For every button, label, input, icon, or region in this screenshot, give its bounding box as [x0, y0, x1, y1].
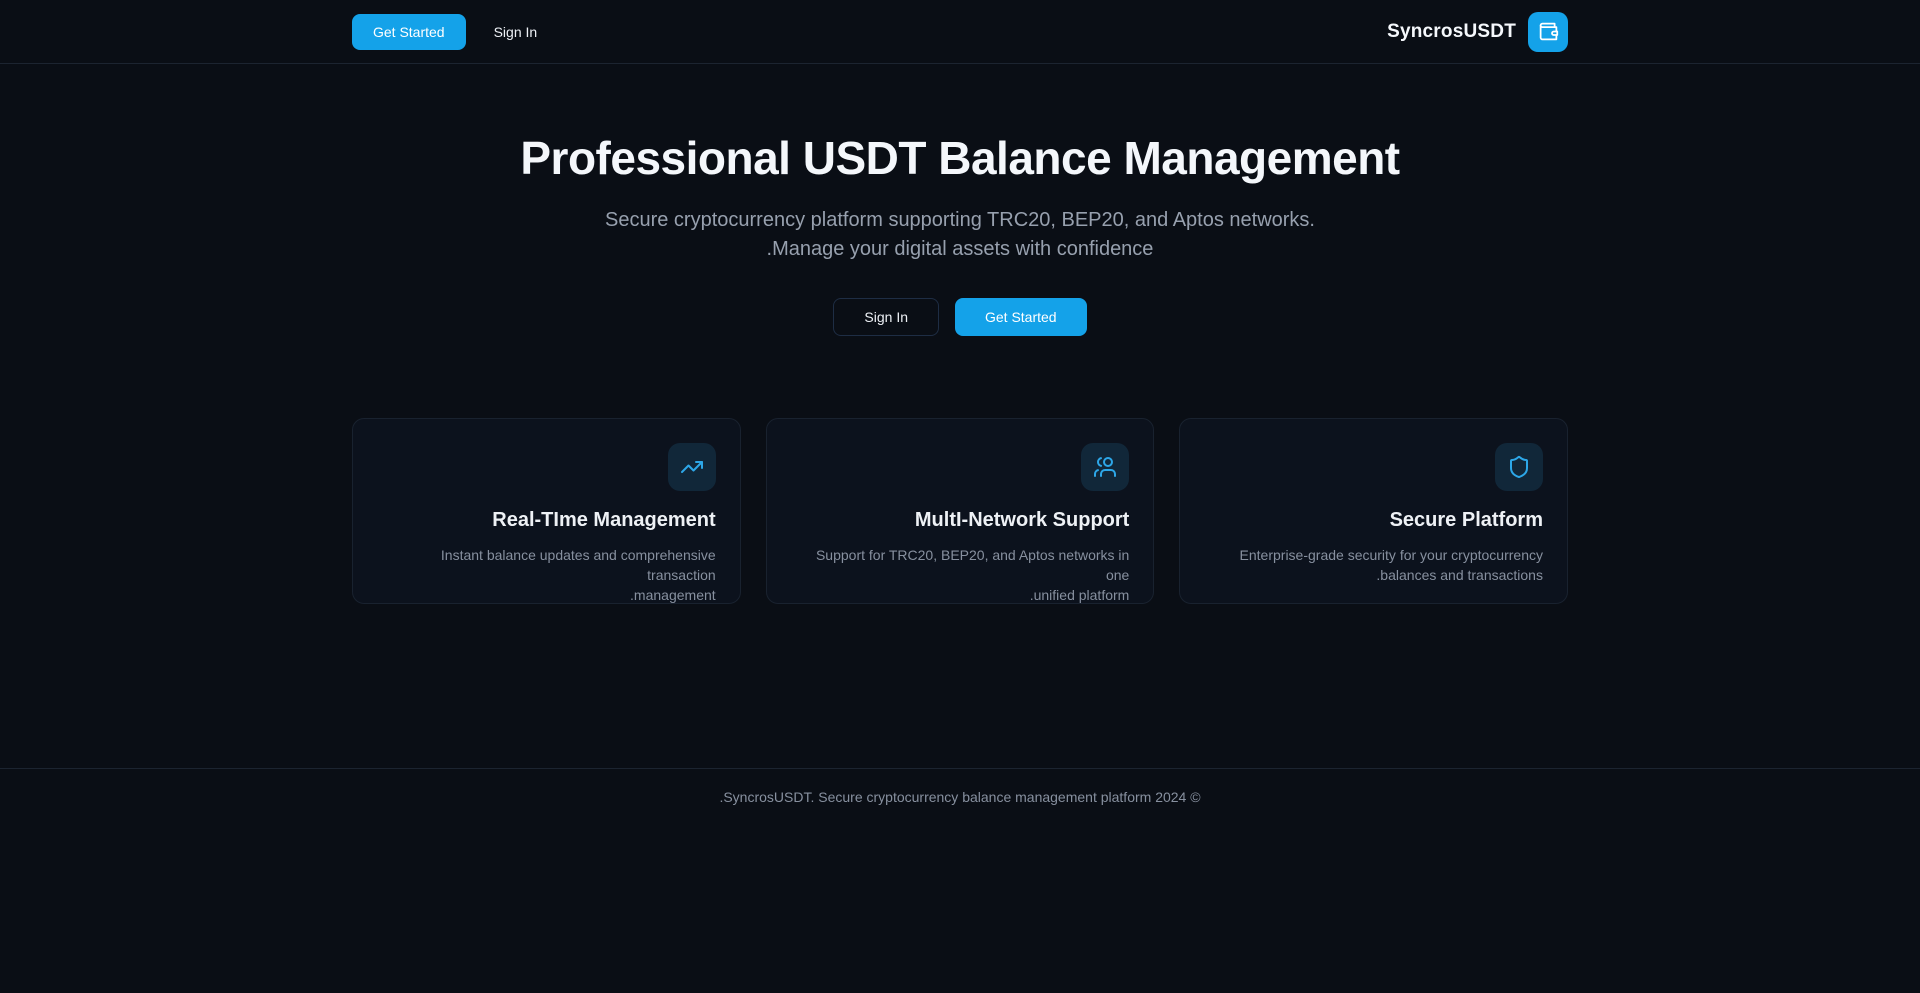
feature-description: Support for TRC20, BEP20, and Aptos netw… [791, 545, 1130, 605]
hero-section: Professional USDT Balance Management Sec… [352, 64, 1568, 336]
users-icon [1093, 455, 1117, 479]
wallet-icon [1538, 21, 1559, 42]
hero-actions: Sign In Get Started [352, 298, 1568, 336]
features-section: Real-TIme Management Instant balance upd… [352, 418, 1568, 604]
feature-description-line-2: .management [377, 585, 716, 605]
page-title: Professional USDT Balance Management [352, 130, 1568, 186]
brand-name: SyncrosUSDT [1387, 21, 1516, 43]
feature-icon-tile [1495, 443, 1543, 491]
footer: .SyncrosUSDT. Secure cryptocurrency bala… [0, 768, 1920, 925]
hero-subtitle: Secure cryptocurrency platform supportin… [352, 206, 1568, 264]
header-sign-in-link[interactable]: Sign In [494, 24, 538, 40]
shield-icon [1507, 455, 1531, 479]
hero-subtitle-line-2: .Manage your digital assets with confide… [352, 235, 1568, 264]
feature-description: Enterprise-grade security for your crypt… [1204, 545, 1543, 585]
feature-card-realtime-management: Real-TIme Management Instant balance upd… [352, 418, 741, 604]
hero-sign-in-button[interactable]: Sign In [833, 298, 939, 336]
header-nav: Get Started Sign In [352, 14, 537, 50]
trending-up-icon [680, 455, 704, 479]
feature-card-secure-platform: Secure Platform Enterprise-grade securit… [1179, 418, 1568, 604]
feature-title: MultI-Network Support [791, 509, 1130, 532]
brand-logo[interactable] [1528, 12, 1568, 52]
feature-description: Instant balance updates and comprehensiv… [377, 545, 716, 605]
feature-card-multi-network-support: MultI-Network Support Support for TRC20,… [766, 418, 1155, 604]
feature-title: Real-TIme Management [377, 509, 716, 532]
feature-icon-tile [1081, 443, 1129, 491]
feature-description-line-2: .balances and transactions [1204, 565, 1543, 585]
header-get-started-button[interactable]: Get Started [352, 14, 466, 50]
feature-description-line-2: .unified platform [791, 585, 1130, 605]
main-content: Professional USDT Balance Management Sec… [352, 64, 1568, 604]
feature-description-line-1: Instant balance updates and comprehensiv… [377, 545, 716, 585]
header: Get Started Sign In SyncrosUSDT [0, 0, 1920, 64]
feature-description-line-1: Support for TRC20, BEP20, and Aptos netw… [791, 545, 1130, 585]
feature-title: Secure Platform [1204, 509, 1543, 532]
footer-copyright: .SyncrosUSDT. Secure cryptocurrency bala… [0, 789, 1920, 805]
feature-description-line-1: Enterprise-grade security for your crypt… [1204, 545, 1543, 565]
hero-subtitle-line-1: Secure cryptocurrency platform supportin… [352, 206, 1568, 235]
brand: SyncrosUSDT [1387, 12, 1568, 52]
hero-get-started-button[interactable]: Get Started [955, 298, 1087, 336]
feature-icon-tile [668, 443, 716, 491]
